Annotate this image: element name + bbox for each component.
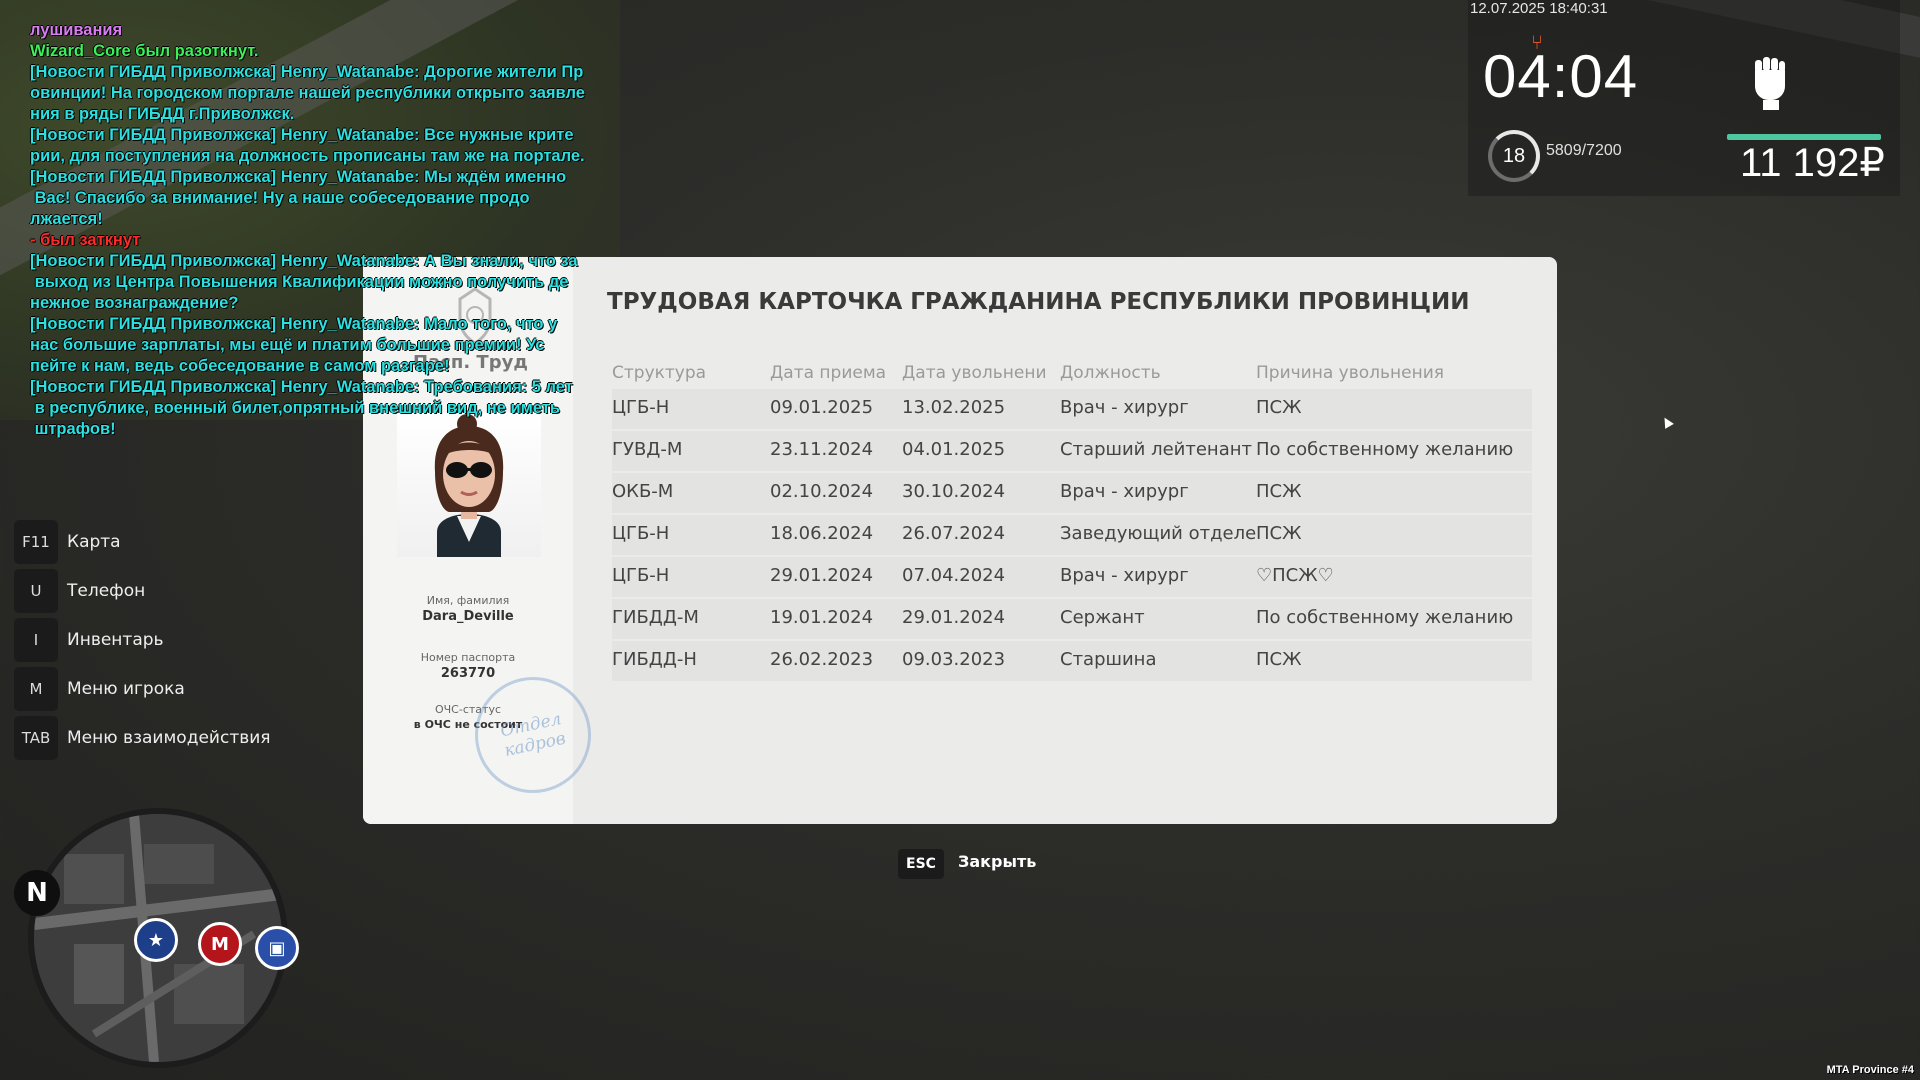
chat-line: нежное вознаграждение? [30,294,239,312]
esc-key[interactable]: ESC [898,849,944,879]
table-cell: 23.11.2024 [770,439,874,460]
column-header: Дата приема [770,363,887,383]
table-header: Структура Дата приема Дата увольнени Дол… [612,363,1532,389]
fist-icon [1755,57,1785,110]
table-cell: ГИБДД-М [612,607,699,628]
chat-line: [Новости ГИБДД Приволжска] Henry_Watanab… [30,315,558,333]
table-cell: Врач - хирург [1060,397,1189,418]
chat-line: в республике, военный билет,опрятный вне… [30,399,561,417]
table-cell: ГУВД-М [612,439,683,460]
hotkey-label[interactable]: Меню игрока [67,679,185,699]
hotkey-label[interactable]: Карта [67,532,121,552]
hotkey-label[interactable]: Инвентарь [67,630,164,650]
table-cell: Старший лейтенант [1060,439,1252,460]
table-row: ЦГБ-Н 18.06.2024 26.07.2024 Заведующий отде… [612,515,1532,555]
table-cell: ПСЖ [1256,397,1302,418]
chat-line: [Новости ГИБДД Приволжска] Henry_Watanab… [30,252,578,270]
chat-line: выход из Центра Повышения Квалификации м… [30,273,569,291]
table-row: ГУВД-М 23.11.2024 04.01.2025 Старший лейтен… [612,431,1532,471]
chat-line: рии, для поступления на должность пропис… [30,147,585,165]
table-cell: 04.01.2025 [902,439,1006,460]
table-cell: По собственному желанию [1256,439,1514,460]
card-title: ТРУДОВАЯ КАРТОЧКА ГРАЖДАНИНА РЕСПУБЛИКИ … [607,289,1470,315]
table-cell: ЦГБ-Н [612,523,670,544]
hotkey-m[interactable]: M [14,667,58,711]
table-cell: По собственному желанию [1256,607,1514,628]
table-row: ОКБ-М 02.10.2024 30.10.2024 Врач - хирург ПС… [612,473,1532,513]
hud-datetime: 12.07.2025 18:40:31 [1470,0,1608,17]
table-cell: Врач - хирург [1060,565,1189,586]
table-cell: Старшина [1060,649,1157,670]
chat-log: лушивания Wizard_Core был разоткнут. [Ново… [30,20,650,440]
chat-line: ния в ряды ГИБДД г.Приволжск. [30,105,295,123]
table-cell: ОКБ-М [612,481,674,502]
hotkey-tab[interactable]: TAB [14,716,58,760]
money-value: 11 192₽ [1740,141,1885,185]
xp-value: 5809/7200 [1546,142,1622,159]
hotkey-f11[interactable]: F11 [14,520,58,564]
hotkey-u[interactable]: U [14,569,58,613]
table-cell: Врач - хирург [1060,481,1189,502]
chat-line: Wizard_Core был разоткнут. [30,42,259,60]
table-cell: 07.04.2024 [902,565,1006,586]
chat-line: [Новости ГИБДД Приволжска] Henry_Watanab… [30,378,573,396]
chat-line: [Новости ГИБДД Приволжска] Henry_Watanab… [30,63,584,81]
hotkey-label[interactable]: Меню взаимодействия [67,728,271,748]
chat-line: нас большие зарплаты, мы ещё и платим бо… [30,336,545,354]
chat-line: Вас! Спасибо за внимание! Ну а наше собе… [30,189,530,207]
table-cell: 29.01.2024 [902,607,1006,628]
close-button[interactable]: Закрыть [958,852,1036,871]
employment-table: Структура Дата приема Дата увольнени Дол… [612,363,1532,683]
table-cell: ГИБДД-Н [612,649,697,670]
table-row: ЦГБ-Н 09.01.2025 13.02.2025 Врач - хирург ПС… [612,389,1532,429]
table-cell: 26.07.2024 [902,523,1006,544]
metro-letter: M [211,933,229,955]
hotkey-i[interactable]: I [14,618,58,662]
name-label: Имя, фамилия [426,594,510,607]
name-value: Dara_Deville [422,609,514,624]
police-icon: ★ [134,918,178,962]
level-ring: 18 [1488,130,1540,182]
table-cell: 19.01.2024 [770,607,874,628]
table-cell: 02.10.2024 [770,481,874,502]
hotkey-label[interactable]: Телефон [67,581,145,601]
table-row: ГИБДД-Н 26.02.2023 09.03.2023 Старшина ПСЖ [612,641,1532,681]
hud-clock: 04:04 [1483,43,1639,110]
table-cell: 29.01.2024 [770,565,874,586]
column-header: Причина увольнения [1256,363,1444,383]
bus-icon: ▣ [255,926,299,970]
table-cell: ♡ПСЖ♡ [1256,565,1334,586]
level-value: 18 [1502,144,1526,167]
chat-line: штрафов! [30,420,116,438]
table-cell: ЦГБ-Н [612,565,670,586]
chat-line: пейте к нам, ведь собеседование в самом … [30,357,450,375]
table-cell: 13.02.2025 [902,397,1006,418]
passport-number-label: Номер паспорта [420,651,516,664]
table-row: ЦГБ-Н 29.01.2024 07.04.2024 Врач - хирург ♡П… [612,557,1532,597]
table-cell: 26.02.2023 [770,649,874,670]
chat-line: [Новости ГИБДД Приволжска] Henry_Watanab… [30,168,567,186]
table-cell: ПСЖ [1256,481,1302,502]
table-cell: 18.06.2024 [770,523,874,544]
table-cell: 30.10.2024 [902,481,1006,502]
chat-line: лушивания [30,21,123,39]
chat-line: [Новости ГИБДД Приволжска] Henry_Watanab… [30,126,574,144]
table-cell: ПСЖ [1256,649,1302,670]
mouse-cursor [1660,415,1674,429]
table-cell: 09.03.2023 [902,649,1006,670]
chat-line: овинции! На городском портале нашей респ… [30,84,585,102]
metro-icon: M [198,922,242,966]
table-cell: Заведующий отделе [1060,523,1257,544]
table-row: ГИБДД-М 19.01.2024 29.01.2024 Сержант По соб… [612,599,1532,639]
table-cell: ПСЖ [1256,523,1302,544]
server-name: MTA Province #4 [1826,1064,1914,1076]
column-header: Должность [1060,363,1161,383]
table-cell: Сержант [1060,607,1145,628]
chat-line: лжается! [30,210,103,228]
table-cell: 09.01.2025 [770,397,874,418]
north-indicator: N [14,870,60,916]
chat-line: - был заткнут [30,231,141,249]
column-header: Дата увольнени [902,363,1047,383]
